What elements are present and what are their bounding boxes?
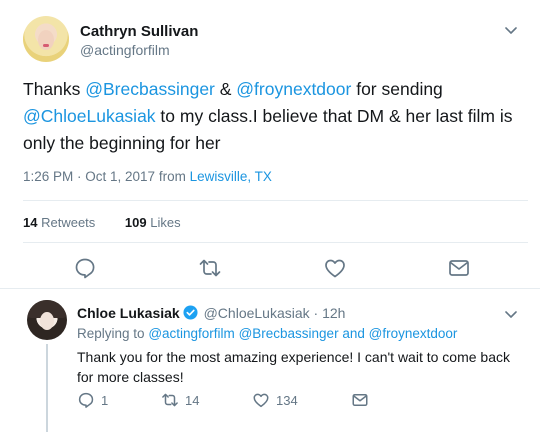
location-link[interactable]: Lewisville, TX [190,169,272,184]
mention-link[interactable]: @Brecbassinger [85,79,215,99]
divider [23,242,528,243]
replying-to: Replying to @actingforfilm @Brecbassinge… [77,326,457,341]
mention-link[interactable]: @Brecbassinger [239,326,339,341]
reply-count: 1 [101,392,109,408]
mention-link[interactable]: and [342,326,365,341]
avatar[interactable] [23,16,69,62]
replying-prefix: Replying to [77,326,145,341]
reply-text: Thank you for the most amazing experienc… [77,349,510,385]
reply-icon [78,392,94,408]
reply-action[interactable]: 1 [77,391,108,409]
author-handle[interactable]: @actingforfilm [80,42,170,58]
mention-link[interactable]: @froynextdoor [369,326,458,341]
divider [23,200,528,201]
tweet-text-segment: for sending [351,79,443,99]
like-action[interactable]: 134 [252,391,298,409]
avatar[interactable] [27,300,67,340]
avatar-lips [43,44,49,47]
author-name[interactable]: Chloe Lukasiak [77,305,180,321]
verified-badge-icon [183,305,198,320]
chevron-down-icon[interactable] [502,305,520,323]
divider [0,288,540,289]
time-ago[interactable]: 12h [322,305,345,321]
like-icon [253,393,269,408]
tweet-stats: 14 Retweets 109 Likes [23,215,207,230]
mention-link[interactable]: @ChloeLukasiak [23,106,156,126]
timestamp[interactable]: 1:26 PM · Oct 1, 2017 [23,169,155,184]
retweet-icon[interactable] [198,256,222,280]
retweets-stat[interactable]: 14 Retweets [23,215,95,230]
reply-header: Chloe Lukasiak @ChloeLukasiak · 12h [77,305,345,321]
tweet-text: Thanks @Brecbassinger & @froynextdoor fo… [23,76,523,157]
likes-label: Likes [150,215,181,230]
retweet-count: 14 [185,392,200,408]
retweet-icon [162,393,178,407]
source-prefix: from [158,169,186,184]
retweets-label: Retweets [41,215,96,230]
time-separator: · [313,305,319,321]
retweets-count: 14 [23,215,38,230]
like-count: 134 [276,392,298,408]
reply-icon[interactable] [73,256,97,280]
chevron-down-icon[interactable] [502,21,520,39]
message-icon[interactable] [447,256,471,280]
tweet-meta: 1:26 PM · Oct 1, 2017 from Lewisville, T… [23,169,272,184]
main-tweet: Cathryn Sullivan @actingforfilm Thanks @… [0,0,540,290]
tweet-text-segment: & [214,79,237,99]
message-action[interactable] [351,391,375,409]
like-icon[interactable] [323,256,347,280]
message-icon [352,394,368,406]
thread-line [46,344,48,432]
tweet-text-segment: Thanks [23,79,86,99]
retweet-action[interactable]: 14 [161,391,199,409]
likes-stat[interactable]: 109 Likes [125,215,181,230]
author-handle[interactable]: @ChloeLukasiak [204,305,310,321]
mention-link[interactable]: @froynextdoor [236,79,351,99]
avatar-face [38,30,54,50]
likes-count: 109 [124,215,147,230]
author-name[interactable]: Cathryn Sullivan [80,23,198,40]
mention-link[interactable]: @actingforfilm [148,326,234,341]
avatar-face [40,312,54,330]
